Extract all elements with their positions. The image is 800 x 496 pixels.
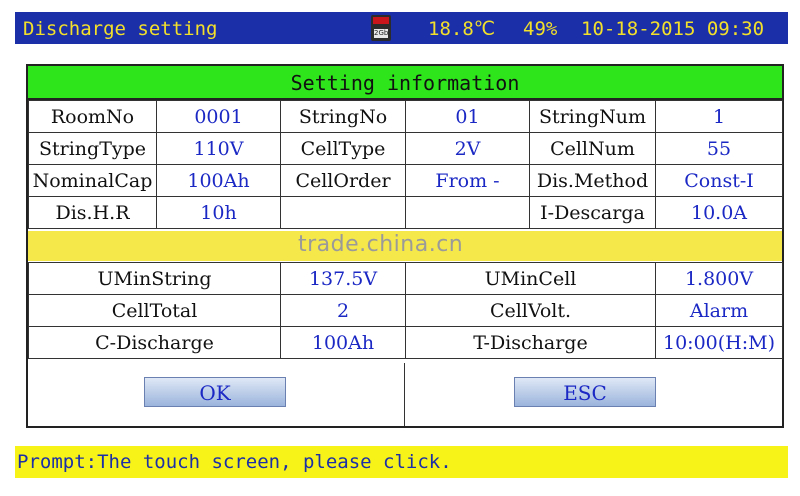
roomno-label: RoomNo: [28, 100, 157, 133]
stringno-label: StringNo: [280, 100, 406, 133]
stringno-value[interactable]: 01: [405, 100, 530, 133]
prompt-bar: Prompt:The touch screen, please click.: [15, 446, 788, 478]
cellvolt-label: CellVolt.: [405, 294, 656, 327]
c-discharge-value[interactable]: 100Ah: [280, 326, 406, 359]
empty-label-cell: [280, 196, 406, 229]
dis-method-value[interactable]: Const-I: [655, 164, 783, 197]
setting-row: RoomNo 0001 StringNo 01 StringNum 1: [28, 100, 783, 133]
celltotal-label: CellTotal: [28, 294, 281, 327]
limits-row: UMinString 137.5V UMinCell 1.800V: [28, 262, 783, 295]
nominalcap-label: NominalCap: [28, 164, 157, 197]
stringtype-label: StringType: [28, 132, 157, 165]
setting-panel: Setting information RoomNo 0001 StringNo 01…: [26, 64, 784, 428]
stringtype-value[interactable]: 110V: [156, 132, 281, 165]
setting-info-table: RoomNo 0001 StringNo 01 StringNum 1 StringType…: [28, 100, 783, 229]
umincell-value[interactable]: 1.800V: [655, 262, 783, 295]
stringnum-value[interactable]: 1: [655, 100, 783, 133]
esc-button[interactable]: ESC: [514, 377, 656, 407]
cellnum-label: CellNum: [529, 132, 656, 165]
sd-card-icon: 2Gb: [371, 15, 391, 41]
watermark: trade.china.cn: [298, 232, 464, 257]
limits-table: UMinString 137.5V UMinCell 1.800V CellTotal 2…: [28, 262, 783, 359]
i-descarga-value[interactable]: 10.0A: [655, 196, 783, 229]
button-area: OK ESC: [28, 363, 782, 426]
cellorder-label: CellOrder: [280, 164, 406, 197]
c-discharge-label: C-Discharge: [28, 326, 281, 359]
setting-info-header: Setting information: [28, 66, 782, 100]
celltype-value[interactable]: 2V: [405, 132, 530, 165]
screen-title: Discharge setting: [23, 18, 218, 40]
celltype-label: CellType: [280, 132, 406, 165]
t-discharge-label: T-Discharge: [405, 326, 656, 359]
dis-h-r-value[interactable]: 10h: [156, 196, 281, 229]
datetime-readout: 10-18-2015 09:30: [581, 18, 765, 40]
cellnum-value[interactable]: 55: [655, 132, 783, 165]
ok-button[interactable]: OK: [144, 377, 286, 407]
title-bar: Discharge setting 2Gb 18.8℃ 49% 10-18-20…: [15, 12, 788, 44]
nominalcap-value[interactable]: 100Ah: [156, 164, 281, 197]
roomno-value[interactable]: 0001: [156, 100, 281, 133]
dis-method-label: Dis.Method: [529, 164, 656, 197]
setting-row: Dis.H.R 10h I-Descarga 10.0A: [28, 196, 783, 229]
t-discharge-value[interactable]: 10:00(H:M): [655, 326, 783, 359]
celltotal-value[interactable]: 2: [280, 294, 406, 327]
limits-row: C-Discharge 100Ah T-Discharge 10:00(H:M): [28, 326, 783, 359]
cellvolt-value[interactable]: Alarm: [655, 294, 783, 327]
uminstring-value[interactable]: 137.5V: [280, 262, 406, 295]
button-divider: [404, 363, 405, 426]
setting-row: NominalCap 100Ah CellOrder From - Dis.Method…: [28, 164, 783, 197]
setting-row: StringType 110V CellType 2V CellNum 55: [28, 132, 783, 165]
stringnum-label: StringNum: [529, 100, 656, 133]
dis-h-r-label: Dis.H.R: [28, 196, 157, 229]
temperature-readout: 18.8℃: [428, 18, 496, 40]
cellorder-value[interactable]: From -: [405, 164, 530, 197]
limits-row: CellTotal 2 CellVolt. Alarm: [28, 294, 783, 327]
empty-value-cell[interactable]: [405, 196, 530, 229]
battery-readout: 49%: [523, 18, 558, 40]
umincell-label: UMinCell: [405, 262, 656, 295]
sd-card-label: 2Gb: [374, 29, 389, 38]
i-descarga-label: I-Descarga: [529, 196, 656, 229]
uminstring-label: UMinString: [28, 262, 281, 295]
